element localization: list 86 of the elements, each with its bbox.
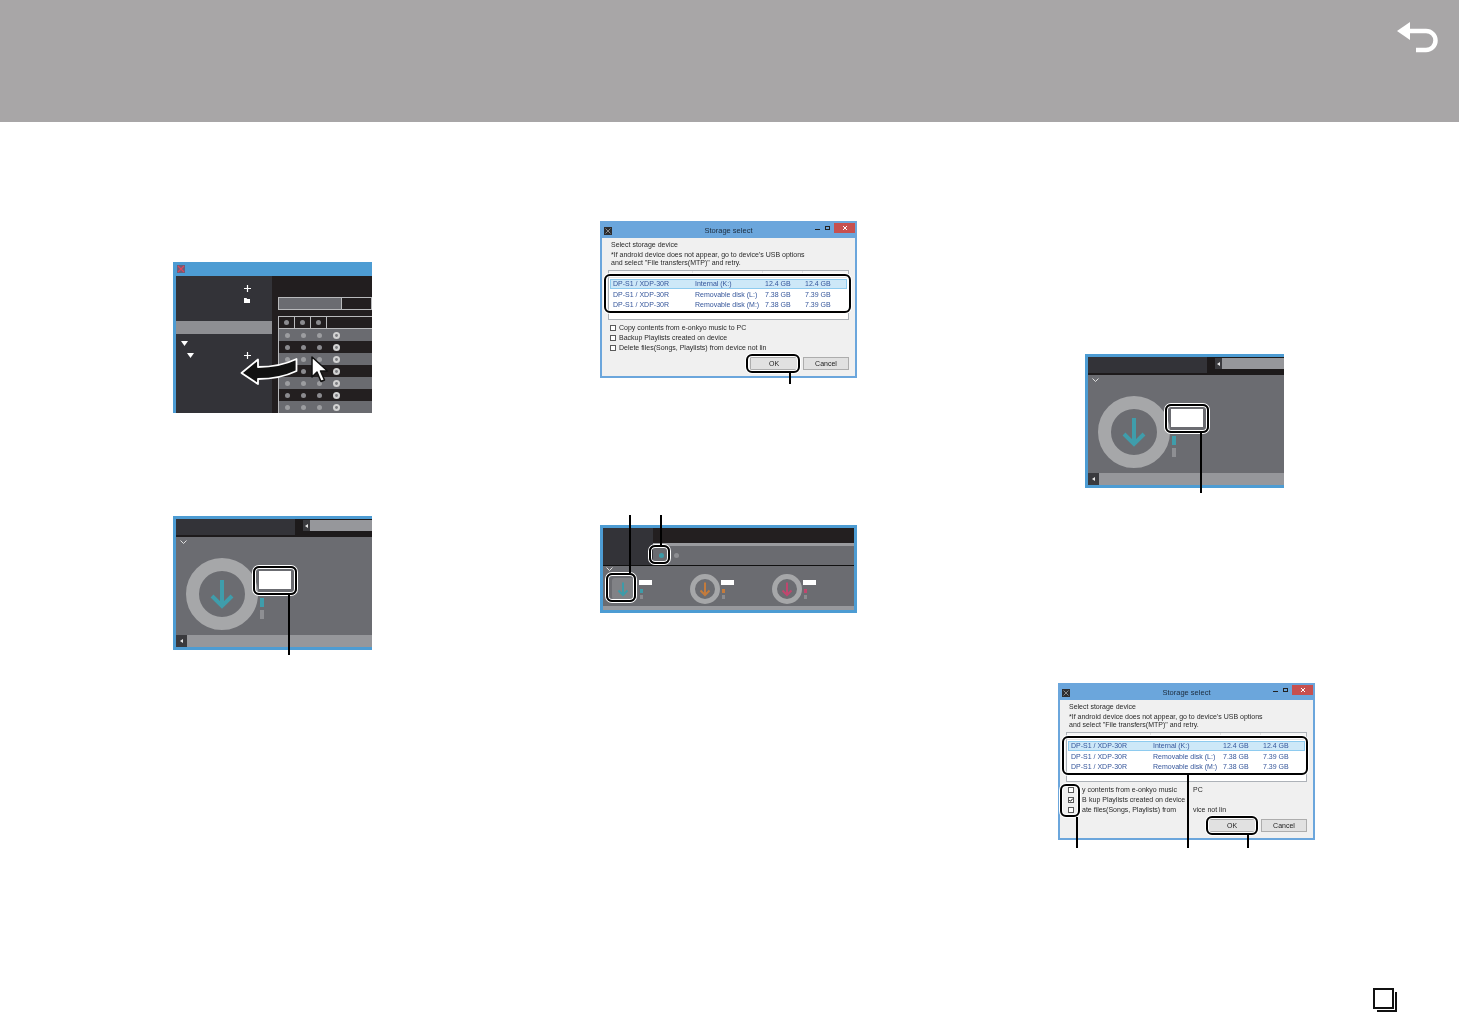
callout-frame — [649, 545, 670, 564]
callout-frame — [1165, 404, 1209, 433]
close-button[interactable] — [834, 223, 855, 233]
blank-label — [259, 571, 291, 589]
plus-icon[interactable] — [244, 351, 251, 359]
checkbox[interactable] — [1068, 787, 1074, 793]
dot-icon — [284, 356, 290, 362]
dot-icon — [300, 356, 306, 362]
dot-icon — [300, 368, 306, 374]
track-row[interactable] — [279, 401, 372, 413]
dot-icon — [316, 356, 322, 362]
scroll-bar[interactable] — [176, 635, 372, 647]
scroll-bar[interactable] — [653, 543, 854, 546]
close-button[interactable] — [1292, 685, 1313, 695]
close-icon[interactable] — [842, 226, 847, 230]
dot-icon — [284, 320, 289, 325]
dot-icon — [300, 344, 306, 350]
status-bar-icon — [1172, 436, 1176, 445]
dot-icon — [300, 392, 306, 398]
checkbox[interactable] — [610, 345, 616, 351]
track-row[interactable] — [279, 329, 372, 341]
checkbox[interactable] — [1068, 797, 1074, 803]
app-icon — [1062, 688, 1070, 697]
left-triangle-icon[interactable] — [1217, 361, 1220, 366]
dot-icon — [284, 332, 290, 338]
blank-label — [803, 580, 816, 585]
chevron-icon[interactable] — [1092, 378, 1099, 382]
app-icon — [604, 226, 612, 235]
leader-line — [1200, 433, 1202, 493]
chevron-icon[interactable] — [606, 567, 613, 571]
callout-frame — [746, 354, 800, 373]
scroll-bar[interactable] — [1215, 358, 1284, 369]
dot-icon — [316, 380, 322, 386]
checkbox[interactable] — [1068, 807, 1074, 813]
dot-icon — [300, 380, 306, 386]
dot-icon — [284, 404, 290, 410]
dot-icon — [316, 392, 322, 398]
source-dot-icon[interactable] — [674, 553, 679, 558]
dot-icon — [284, 392, 290, 398]
left-triangle-icon[interactable] — [1092, 477, 1095, 481]
status-bar-icon — [1172, 448, 1176, 457]
back-icon[interactable] — [1397, 22, 1438, 53]
page-icon[interactable] — [1373, 988, 1397, 1012]
scroll-bar[interactable] — [603, 606, 854, 610]
dot-icon — [316, 404, 322, 410]
dot-icon — [284, 380, 290, 386]
blank-label — [1171, 409, 1203, 427]
close-icon[interactable] — [1300, 688, 1305, 692]
scroll-bar[interactable] — [303, 520, 372, 531]
leader-line — [1076, 817, 1078, 848]
app-icon — [177, 265, 185, 273]
callout-frame — [253, 566, 297, 595]
status-bar-icon — [260, 610, 264, 619]
callout-frame — [1206, 816, 1258, 835]
dot-icon — [284, 344, 290, 350]
left-triangle-icon[interactable] — [305, 523, 308, 528]
chevron-icon[interactable] — [180, 540, 187, 544]
left-triangle-icon[interactable] — [180, 639, 183, 643]
leader-line — [629, 515, 631, 573]
cursor-icon — [311, 356, 329, 383]
leader-line — [288, 595, 290, 655]
dot-icon — [316, 344, 322, 350]
dot-icon — [300, 332, 306, 338]
dot-icon — [300, 404, 306, 410]
callout-frame — [1060, 784, 1080, 817]
source-dot-icon[interactable] — [659, 553, 664, 558]
left-arrow-icon — [240, 355, 298, 385]
top-panel — [603, 528, 653, 565]
dot-icon — [316, 332, 322, 338]
dot-icon — [316, 320, 321, 325]
leader-line — [1247, 835, 1249, 848]
leader-line — [660, 515, 662, 545]
folder-icon[interactable] — [244, 297, 250, 303]
blank-label — [721, 580, 734, 585]
track-row[interactable] — [279, 377, 372, 389]
download-tile-icon[interactable] — [612, 578, 634, 600]
callout-frame — [606, 573, 636, 602]
plus-icon[interactable] — [244, 284, 251, 292]
checkbox[interactable] — [610, 335, 616, 341]
checkbox[interactable] — [610, 325, 616, 331]
scroll-bar[interactable] — [1088, 473, 1284, 485]
blank-label — [639, 580, 652, 585]
maximize-icon[interactable] — [825, 226, 830, 230]
status-bar-icon — [260, 598, 264, 607]
maximize-icon[interactable] — [1283, 688, 1288, 692]
dot-icon — [300, 320, 305, 325]
